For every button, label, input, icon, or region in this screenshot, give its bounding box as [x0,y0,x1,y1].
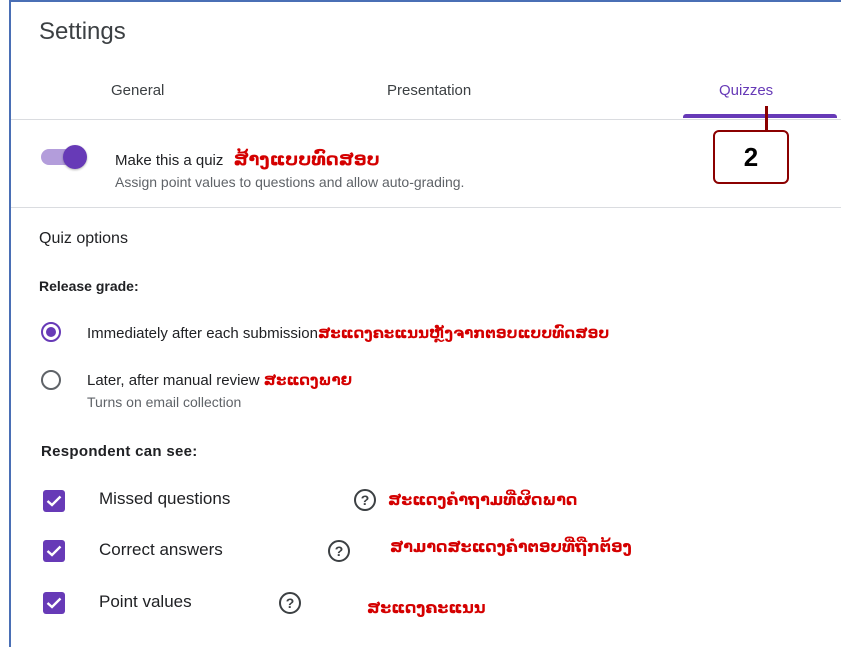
release-option-later-sub: Turns on email collection [87,394,242,410]
respondent-missed-label: Missed questions [99,489,231,508]
respondent-correct-label: Correct answers [99,540,223,559]
release-option-later-label: Later, after manual review [87,372,260,389]
check-icon [46,545,62,557]
quiz-toggle-annotation: ສ້າງແບບທົດສອບ [233,149,380,169]
settings-panel: Settings General Presentation Quizzes 2 … [9,0,841,647]
release-option-immediately-annotation: ສະແດງຄະແນນຫຼັງຈາກຕອບແບບທົດສອບ [317,325,610,342]
help-icon[interactable]: ? [279,592,301,614]
release-option-later: Later, after manual review ສະແດງພາຍ [87,371,352,389]
section-divider [11,207,841,208]
quiz-toggle-label-row: Make this a quiz ສ້າງແບບທົດສອບ [115,149,380,170]
respondent-correct-annotation: ສາມາດສະແດງຄໍາຕອບທີ່ຖືກຕ້ອງ [390,539,632,556]
respondent-missed-annotation: ສະແດງຄໍາຖາມທີ່ຜິດພາດ [388,492,578,509]
tabs-divider [11,119,841,120]
tab-quizzes[interactable]: Quizzes [719,82,773,99]
page-title: Settings [39,18,126,45]
help-icon[interactable]: ? [354,489,376,511]
release-option-later-annotation: ສະແດງພາຍ [263,372,353,389]
radio-immediately[interactable] [41,322,61,342]
quiz-toggle-thumb[interactable] [63,145,87,169]
check-icon [46,495,62,507]
callout-number: 2 [713,130,789,184]
tab-general[interactable]: General [111,82,164,99]
respondent-points-label: Point values [99,592,192,611]
checkbox-point-values[interactable] [43,592,65,614]
help-icon[interactable]: ? [328,540,350,562]
active-tab-indicator [683,114,837,118]
quiz-toggle-description: Assign point values to questions and all… [115,174,465,190]
release-option-immediately: Immediately after each submissionສະແດງຄະ… [87,324,609,342]
quiz-options-heading: Quiz options [39,230,128,247]
quiz-toggle-label: Make this a quiz [115,152,224,169]
release-option-immediately-label: Immediately after each submission [87,325,318,342]
radio-later[interactable] [41,370,61,390]
check-icon [46,597,62,609]
release-grade-heading: Release grade: [39,278,139,294]
respondent-points-annotation: ສະແດງຄະແນນ [367,600,486,617]
respondent-heading: Respondent can see: [41,443,198,460]
tab-presentation[interactable]: Presentation [387,82,471,99]
callout-pointer [765,106,768,132]
checkbox-correct-answers[interactable] [43,540,65,562]
checkbox-missed-questions[interactable] [43,490,65,512]
